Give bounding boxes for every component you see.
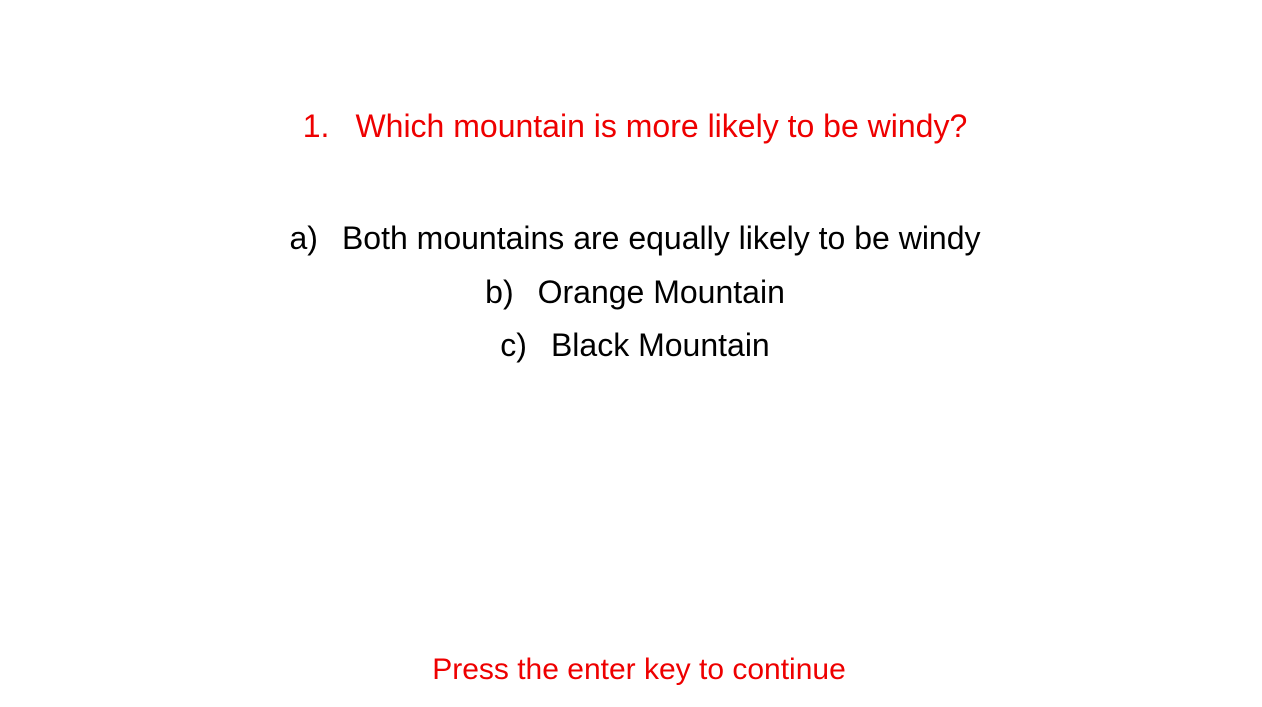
answer-option-text: Both mountains are equally likely to be …: [341, 220, 981, 256]
question-heading: 1. Which mountain is more likely to be wi…: [0, 104, 1262, 148]
question-text: Which mountain is more likely to be wind…: [355, 108, 968, 144]
answer-option-letter: b): [485, 273, 514, 310]
answer-option-text: Black Mountain: [550, 327, 770, 363]
quiz-slide: 1. Which mountain is more likely to be wi…: [0, 0, 1262, 707]
question-number: 1.: [302, 108, 330, 144]
answer-option-text: Orange Mountain: [537, 273, 785, 310]
answer-option-a: a) Both mountains are equally likely to b…: [0, 212, 1262, 266]
answer-option-letter: a): [289, 220, 318, 256]
answer-options-list: a) Both mountains are equally likely to b…: [0, 212, 1262, 373]
answer-option-letter: c): [500, 327, 527, 363]
continue-prompt: Press the enter key to continue: [432, 653, 846, 686]
answer-option-c: c) Black Mountain: [0, 319, 1262, 373]
answer-option-b: b) Orange Mountain: [0, 266, 1262, 320]
